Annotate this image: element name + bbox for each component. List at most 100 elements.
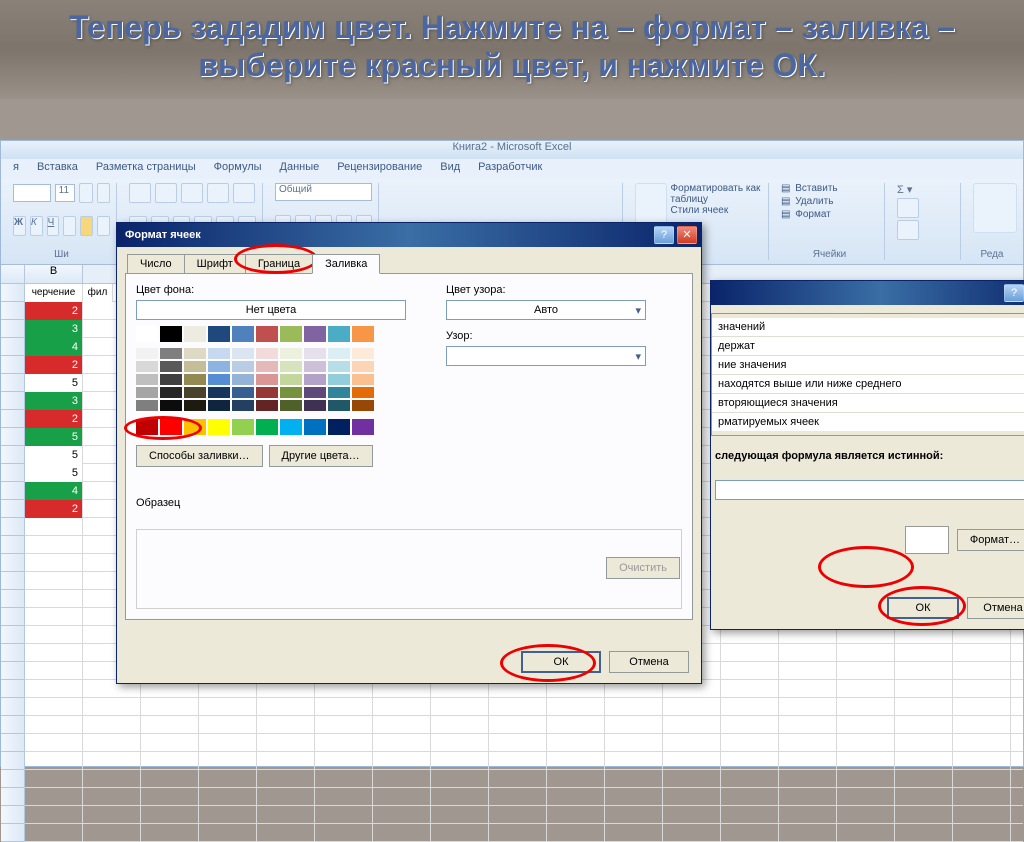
align-bottom-button[interactable] bbox=[181, 183, 203, 203]
row-header[interactable] bbox=[1, 320, 25, 338]
cancel-button[interactable]: Отмена bbox=[609, 651, 689, 673]
color-swatch[interactable] bbox=[328, 419, 350, 435]
color-swatch[interactable] bbox=[184, 326, 206, 342]
color-swatch[interactable] bbox=[256, 374, 278, 385]
color-swatch[interactable] bbox=[352, 387, 374, 398]
rule-type-item[interactable]: вторяющиеся значения bbox=[712, 394, 1024, 413]
cancel-button[interactable]: Отмена bbox=[967, 597, 1024, 619]
color-swatch[interactable] bbox=[352, 374, 374, 385]
color-swatch[interactable] bbox=[160, 361, 182, 372]
color-swatch[interactable] bbox=[232, 419, 254, 435]
color-swatch[interactable] bbox=[352, 326, 374, 342]
color-swatch[interactable] bbox=[328, 400, 350, 411]
rule-type-item[interactable]: держат bbox=[712, 337, 1024, 356]
format-cells-button[interactable]: ▤ Формат bbox=[781, 209, 878, 220]
color-swatch[interactable] bbox=[160, 387, 182, 398]
ribbon-tabs[interactable]: яВставкаРазметка страницыФормулыДанныеРе… bbox=[1, 159, 1023, 179]
row-header[interactable] bbox=[1, 428, 25, 446]
color-swatch[interactable] bbox=[352, 348, 374, 359]
ribbon-tab[interactable]: Вид bbox=[440, 161, 460, 177]
delete-cells-button[interactable]: ▤ Удалить bbox=[781, 196, 878, 207]
color-swatch[interactable] bbox=[232, 400, 254, 411]
color-swatch[interactable] bbox=[304, 348, 326, 359]
data-cell[interactable]: 3 bbox=[25, 320, 83, 338]
underline-button[interactable]: Ч bbox=[47, 216, 60, 236]
format-button[interactable]: Формат… bbox=[957, 529, 1024, 551]
color-swatch[interactable] bbox=[184, 374, 206, 385]
decrease-font-button[interactable] bbox=[97, 183, 110, 203]
ribbon-tab[interactable]: Рецензирование bbox=[337, 161, 422, 177]
color-swatch[interactable] bbox=[184, 348, 206, 359]
color-swatch[interactable] bbox=[280, 387, 302, 398]
color-swatch[interactable] bbox=[136, 419, 158, 435]
color-swatch[interactable] bbox=[184, 387, 206, 398]
color-swatch[interactable] bbox=[160, 400, 182, 411]
color-swatch[interactable] bbox=[280, 348, 302, 359]
header-cell[interactable]: фил bbox=[83, 284, 113, 302]
data-cell[interactable]: 5 bbox=[25, 428, 83, 446]
data-cell[interactable]: 2 bbox=[25, 356, 83, 374]
font-size-combo[interactable]: 11 bbox=[55, 184, 76, 202]
color-swatch[interactable] bbox=[208, 400, 230, 411]
row-header[interactable] bbox=[1, 374, 25, 392]
help-icon[interactable]: ? bbox=[1004, 284, 1024, 302]
row-header[interactable] bbox=[1, 302, 25, 320]
italic-button[interactable]: К bbox=[30, 216, 43, 236]
ok-button[interactable]: ОК bbox=[887, 597, 959, 619]
data-cell[interactable]: 2 bbox=[25, 410, 83, 428]
dialog-titlebar[interactable]: Формат ячеек ? ✕ bbox=[117, 223, 701, 247]
row-header[interactable] bbox=[1, 482, 25, 500]
select-all-corner[interactable] bbox=[1, 265, 25, 283]
color-swatch[interactable] bbox=[328, 326, 350, 342]
rule-type-item[interactable]: находятся выше или ниже среднего bbox=[712, 375, 1024, 394]
pattern-color-combo[interactable]: Авто bbox=[446, 300, 646, 320]
data-cell[interactable]: 3 bbox=[25, 392, 83, 410]
color-swatch[interactable] bbox=[304, 419, 326, 435]
more-colors-button[interactable]: Другие цвета… bbox=[269, 445, 373, 467]
color-swatch[interactable] bbox=[328, 374, 350, 385]
color-swatch[interactable] bbox=[232, 348, 254, 359]
color-swatch[interactable] bbox=[136, 361, 158, 372]
data-cell[interactable]: 5 bbox=[25, 374, 83, 392]
row-header[interactable] bbox=[1, 446, 25, 464]
cell-styles-button[interactable]: Стили ячеек bbox=[671, 205, 762, 216]
color-swatch[interactable] bbox=[136, 348, 158, 359]
data-cell[interactable]: 4 bbox=[25, 482, 83, 500]
ribbon-tab[interactable]: Вставка bbox=[37, 161, 78, 177]
ribbon-tab[interactable]: Разметка страницы bbox=[96, 161, 196, 177]
border-button[interactable] bbox=[63, 216, 76, 236]
align-top-button[interactable] bbox=[129, 183, 151, 203]
color-swatch[interactable] bbox=[328, 361, 350, 372]
no-color-button[interactable]: Нет цвета bbox=[136, 300, 406, 320]
wrap-text-button[interactable] bbox=[233, 183, 255, 203]
data-cell[interactable]: 4 bbox=[25, 338, 83, 356]
ribbon-tab[interactable]: Формулы bbox=[214, 161, 262, 177]
color-swatch[interactable] bbox=[304, 400, 326, 411]
color-swatch[interactable] bbox=[184, 361, 206, 372]
color-swatch[interactable] bbox=[280, 361, 302, 372]
color-swatch[interactable] bbox=[232, 387, 254, 398]
fill-color-button[interactable] bbox=[80, 216, 93, 236]
color-swatch[interactable] bbox=[208, 348, 230, 359]
clear-button[interactable]: Очистить bbox=[606, 557, 680, 579]
align-middle-button[interactable] bbox=[155, 183, 177, 203]
color-swatch[interactable] bbox=[256, 326, 278, 342]
color-swatch[interactable] bbox=[328, 348, 350, 359]
row-header[interactable] bbox=[1, 392, 25, 410]
number-format-combo[interactable]: Общий bbox=[275, 183, 372, 201]
color-swatch[interactable] bbox=[280, 374, 302, 385]
color-swatch[interactable] bbox=[328, 387, 350, 398]
color-swatch[interactable] bbox=[136, 387, 158, 398]
ribbon-tab[interactable]: Данные bbox=[280, 161, 320, 177]
color-swatch[interactable] bbox=[352, 400, 374, 411]
color-swatch[interactable] bbox=[256, 361, 278, 372]
insert-cells-button[interactable]: ▤ Вставить bbox=[781, 183, 878, 194]
ribbon-tab[interactable]: Разработчик bbox=[478, 161, 542, 177]
color-swatch[interactable] bbox=[280, 419, 302, 435]
color-swatch[interactable] bbox=[160, 419, 182, 435]
clear-menu-button[interactable] bbox=[897, 220, 919, 240]
formula-input[interactable] bbox=[715, 480, 1024, 500]
dialog-tab[interactable]: Шрифт bbox=[184, 254, 246, 274]
color-swatch[interactable] bbox=[280, 326, 302, 342]
data-cell[interactable]: 5 bbox=[25, 446, 83, 464]
